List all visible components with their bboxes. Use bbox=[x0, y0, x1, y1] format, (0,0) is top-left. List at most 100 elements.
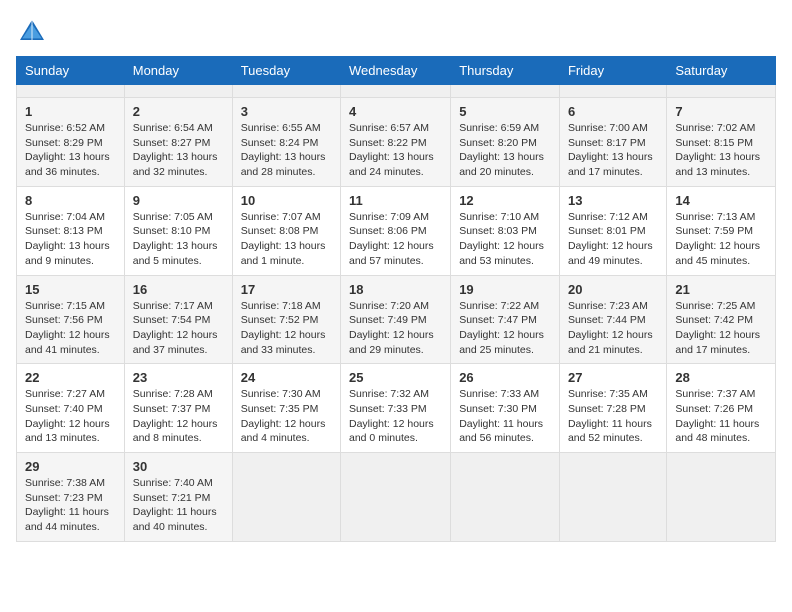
calendar-cell: 27 Sunrise: 7:35 AMSunset: 7:28 PMDayligh… bbox=[559, 364, 666, 453]
page-header bbox=[16, 16, 776, 48]
day-info: Sunrise: 7:32 AMSunset: 7:33 PMDaylight:… bbox=[349, 387, 442, 446]
day-number: 5 bbox=[459, 104, 551, 119]
calendar-cell bbox=[17, 85, 125, 98]
day-number: 19 bbox=[459, 282, 551, 297]
calendar-week-5: 29 Sunrise: 7:38 AMSunset: 7:23 PMDayligh… bbox=[17, 453, 776, 542]
calendar-cell: 6Sunrise: 7:00 AMSunset: 8:17 PMDaylight… bbox=[559, 98, 666, 187]
day-number: 11 bbox=[349, 193, 442, 208]
day-info: Sunrise: 6:54 AMSunset: 8:27 PMDaylight:… bbox=[133, 121, 224, 180]
day-number: 18 bbox=[349, 282, 442, 297]
col-sunday: Sunday bbox=[17, 57, 125, 85]
day-number: 25 bbox=[349, 370, 442, 385]
day-info: Sunrise: 7:20 AMSunset: 7:49 PMDaylight:… bbox=[349, 299, 442, 358]
calendar-cell: 30 Sunrise: 7:40 AMSunset: 7:21 PMDayligh… bbox=[124, 453, 232, 542]
day-info: Sunrise: 7:35 AMSunset: 7:28 PMDaylight:… bbox=[568, 387, 658, 446]
calendar-cell bbox=[341, 453, 451, 542]
day-number: 12 bbox=[459, 193, 551, 208]
calendar-week-1: 1 Sunrise: 6:52 AMSunset: 8:29 PMDaylight… bbox=[17, 98, 776, 187]
col-monday: Monday bbox=[124, 57, 232, 85]
day-number: 30 bbox=[133, 459, 224, 474]
day-info: Sunrise: 7:33 AMSunset: 7:30 PMDaylight:… bbox=[459, 387, 551, 446]
col-tuesday: Tuesday bbox=[232, 57, 340, 85]
calendar-cell: 3 Sunrise: 6:55 AMSunset: 8:24 PMDaylight… bbox=[232, 98, 340, 187]
calendar-header: Sunday Monday Tuesday Wednesday Thursday… bbox=[17, 57, 776, 85]
calendar-cell: 28 Sunrise: 7:37 AMSunset: 7:26 PMDayligh… bbox=[667, 364, 776, 453]
logo-icon bbox=[16, 16, 48, 48]
calendar-cell: 17 Sunrise: 7:18 AMSunset: 7:52 PMDayligh… bbox=[232, 275, 340, 364]
day-info: Sunrise: 7:37 AMSunset: 7:26 PMDaylight:… bbox=[675, 387, 767, 446]
calendar-cell: 2 Sunrise: 6:54 AMSunset: 8:27 PMDaylight… bbox=[124, 98, 232, 187]
day-info: Sunrise: 7:25 AMSunset: 7:42 PMDaylight:… bbox=[675, 299, 767, 358]
calendar-cell: 15 Sunrise: 7:15 AMSunset: 7:56 PMDayligh… bbox=[17, 275, 125, 364]
day-info: Sunrise: 7:17 AMSunset: 7:54 PMDaylight:… bbox=[133, 299, 224, 358]
calendar-cell bbox=[232, 453, 340, 542]
day-number: 17 bbox=[241, 282, 332, 297]
calendar-body: 1 Sunrise: 6:52 AMSunset: 8:29 PMDaylight… bbox=[17, 85, 776, 542]
calendar-cell: 12 Sunrise: 7:10 AMSunset: 8:03 PMDayligh… bbox=[451, 186, 560, 275]
calendar-cell bbox=[559, 453, 666, 542]
calendar-cell: 5Sunrise: 6:59 AMSunset: 8:20 PMDaylight… bbox=[451, 98, 560, 187]
calendar-cell bbox=[341, 85, 451, 98]
day-number: 20 bbox=[568, 282, 658, 297]
calendar-cell: 8 Sunrise: 7:04 AMSunset: 8:13 PMDaylight… bbox=[17, 186, 125, 275]
calendar-cell: 21 Sunrise: 7:25 AMSunset: 7:42 PMDayligh… bbox=[667, 275, 776, 364]
calendar-cell: 25 Sunrise: 7:32 AMSunset: 7:33 PMDayligh… bbox=[341, 364, 451, 453]
day-info: Sunrise: 7:40 AMSunset: 7:21 PMDaylight:… bbox=[133, 476, 224, 535]
calendar-cell: 7 Sunrise: 7:02 AMSunset: 8:15 PMDaylight… bbox=[667, 98, 776, 187]
day-number: 6 bbox=[568, 104, 658, 119]
day-number: 8 bbox=[25, 193, 116, 208]
calendar-cell: 24Sunrise: 7:30 AMSunset: 7:35 PMDayligh… bbox=[232, 364, 340, 453]
day-info: Sunrise: 6:52 AMSunset: 8:29 PMDaylight:… bbox=[25, 121, 116, 180]
day-number: 1 bbox=[25, 104, 116, 119]
day-info: Sunrise: 7:30 AMSunset: 7:35 PMDaylight:… bbox=[241, 387, 332, 446]
day-info: Sunrise: 6:55 AMSunset: 8:24 PMDaylight:… bbox=[241, 121, 332, 180]
calendar-cell bbox=[451, 85, 560, 98]
calendar-cell bbox=[232, 85, 340, 98]
calendar-cell: 4 Sunrise: 6:57 AMSunset: 8:22 PMDaylight… bbox=[341, 98, 451, 187]
calendar-cell: 26 Sunrise: 7:33 AMSunset: 7:30 PMDayligh… bbox=[451, 364, 560, 453]
day-info: Sunrise: 7:13 AMSunset: 7:59 PMDaylight:… bbox=[675, 210, 767, 269]
col-friday: Friday bbox=[559, 57, 666, 85]
calendar-cell bbox=[667, 85, 776, 98]
calendar-cell: 20Sunrise: 7:23 AMSunset: 7:44 PMDayligh… bbox=[559, 275, 666, 364]
day-number: 2 bbox=[133, 104, 224, 119]
day-info: Sunrise: 7:10 AMSunset: 8:03 PMDaylight:… bbox=[459, 210, 551, 269]
day-number: 9 bbox=[133, 193, 224, 208]
day-info: Sunrise: 7:18 AMSunset: 7:52 PMDaylight:… bbox=[241, 299, 332, 358]
day-number: 26 bbox=[459, 370, 551, 385]
day-info: Sunrise: 7:02 AMSunset: 8:15 PMDaylight:… bbox=[675, 121, 767, 180]
day-info: Sunrise: 7:09 AMSunset: 8:06 PMDaylight:… bbox=[349, 210, 442, 269]
day-number: 28 bbox=[675, 370, 767, 385]
logo bbox=[16, 16, 52, 48]
day-info: Sunrise: 7:15 AMSunset: 7:56 PMDaylight:… bbox=[25, 299, 116, 358]
day-number: 16 bbox=[133, 282, 224, 297]
day-number: 3 bbox=[241, 104, 332, 119]
day-number: 13 bbox=[568, 193, 658, 208]
day-info: Sunrise: 7:27 AMSunset: 7:40 PMDaylight:… bbox=[25, 387, 116, 446]
day-info: Sunrise: 7:04 AMSunset: 8:13 PMDaylight:… bbox=[25, 210, 116, 269]
day-number: 21 bbox=[675, 282, 767, 297]
day-number: 15 bbox=[25, 282, 116, 297]
calendar-week-3: 15 Sunrise: 7:15 AMSunset: 7:56 PMDayligh… bbox=[17, 275, 776, 364]
calendar-cell: 9Sunrise: 7:05 AMSunset: 8:10 PMDaylight… bbox=[124, 186, 232, 275]
calendar-cell: 13 Sunrise: 7:12 AMSunset: 8:01 PMDayligh… bbox=[559, 186, 666, 275]
calendar-cell: 10Sunrise: 7:07 AMSunset: 8:08 PMDayligh… bbox=[232, 186, 340, 275]
calendar-cell: 23Sunrise: 7:28 AMSunset: 7:37 PMDayligh… bbox=[124, 364, 232, 453]
day-number: 10 bbox=[241, 193, 332, 208]
day-number: 7 bbox=[675, 104, 767, 119]
calendar-week-2: 8 Sunrise: 7:04 AMSunset: 8:13 PMDaylight… bbox=[17, 186, 776, 275]
day-info: Sunrise: 7:38 AMSunset: 7:23 PMDaylight:… bbox=[25, 476, 116, 535]
col-wednesday: Wednesday bbox=[341, 57, 451, 85]
day-number: 4 bbox=[349, 104, 442, 119]
calendar-cell bbox=[124, 85, 232, 98]
day-number: 29 bbox=[25, 459, 116, 474]
calendar-cell: 1 Sunrise: 6:52 AMSunset: 8:29 PMDaylight… bbox=[17, 98, 125, 187]
calendar-week-4: 22Sunrise: 7:27 AMSunset: 7:40 PMDayligh… bbox=[17, 364, 776, 453]
day-info: Sunrise: 6:57 AMSunset: 8:22 PMDaylight:… bbox=[349, 121, 442, 180]
calendar-cell bbox=[667, 453, 776, 542]
calendar-cell: 29 Sunrise: 7:38 AMSunset: 7:23 PMDayligh… bbox=[17, 453, 125, 542]
day-number: 27 bbox=[568, 370, 658, 385]
day-info: Sunrise: 7:28 AMSunset: 7:37 PMDaylight:… bbox=[133, 387, 224, 446]
col-thursday: Thursday bbox=[451, 57, 560, 85]
day-info: Sunrise: 7:12 AMSunset: 8:01 PMDaylight:… bbox=[568, 210, 658, 269]
